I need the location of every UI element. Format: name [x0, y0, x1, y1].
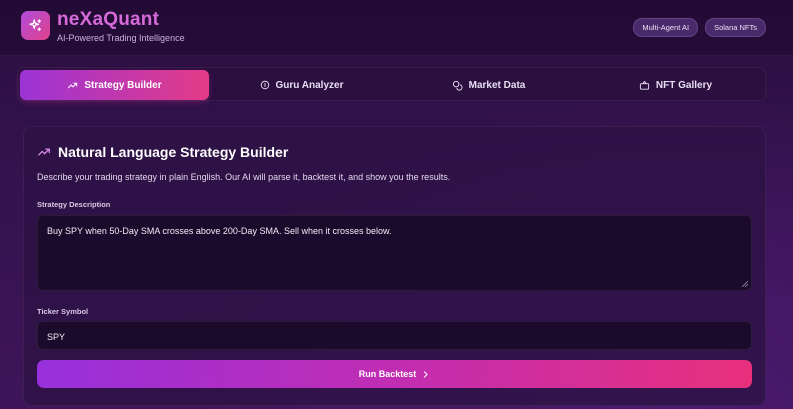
main-tabs: Strategy Builder Guru Analyzer Market Da…	[17, 67, 766, 101]
trending-up-icon	[38, 148, 50, 156]
badge-solana-nfts: Solana NFTs	[705, 18, 766, 37]
tab-market-data[interactable]: Market Data	[394, 70, 583, 100]
ticker-symbol-label: Ticker Symbol	[37, 307, 89, 316]
info-icon	[260, 80, 269, 90]
tab-guru-analyzer[interactable]: Guru Analyzer	[207, 70, 396, 100]
strategy-description-value: Buy SPY when 50-Day SMA crosses above 20…	[47, 226, 392, 236]
tab-label: Strategy Builder	[84, 79, 162, 91]
coins-icon	[452, 80, 463, 90]
strategy-description-input[interactable]: Buy SPY when 50-Day SMA crosses above 20…	[37, 215, 752, 291]
brand-name: neXaQuant	[57, 9, 160, 30]
badge-multi-agent: Multi-Agent AI	[633, 18, 699, 37]
panel-title-text: Natural Language Strategy Builder	[58, 144, 289, 160]
app-header: neXaQuant AI-Powered Trading Intelligenc…	[0, 0, 793, 56]
header-badges: Multi-Agent AI Solana NFTs	[633, 18, 766, 37]
sparkles-icon	[29, 19, 42, 32]
app-logo	[21, 11, 50, 40]
run-backtest-label: Run Backtest	[358, 369, 417, 379]
trending-up-icon	[68, 82, 78, 88]
gallery-icon	[639, 80, 650, 90]
tab-label: Market Data	[468, 79, 526, 91]
chevron-right-icon	[424, 370, 428, 378]
resize-grip-icon[interactable]	[742, 281, 748, 287]
panel-description: Describe your trading strategy in plain …	[37, 172, 451, 182]
strategy-description-label: Strategy Description	[37, 200, 111, 209]
brand-tagline: AI-Powered Trading Intelligence	[57, 33, 185, 43]
tab-strategy-builder[interactable]: Strategy Builder	[20, 70, 209, 100]
strategy-builder-panel: Natural Language Strategy Builder Descri…	[23, 126, 766, 406]
tab-label: Guru Analyzer	[275, 79, 344, 91]
panel-title: Natural Language Strategy Builder	[37, 144, 288, 160]
tab-label: NFT Gallery	[655, 79, 713, 91]
ticker-symbol-input[interactable]: SPY	[37, 321, 752, 350]
tab-nft-gallery[interactable]: NFT Gallery	[581, 70, 770, 100]
run-backtest-button[interactable]: Run Backtest	[37, 360, 752, 388]
ticker-symbol-value: SPY	[47, 332, 66, 342]
